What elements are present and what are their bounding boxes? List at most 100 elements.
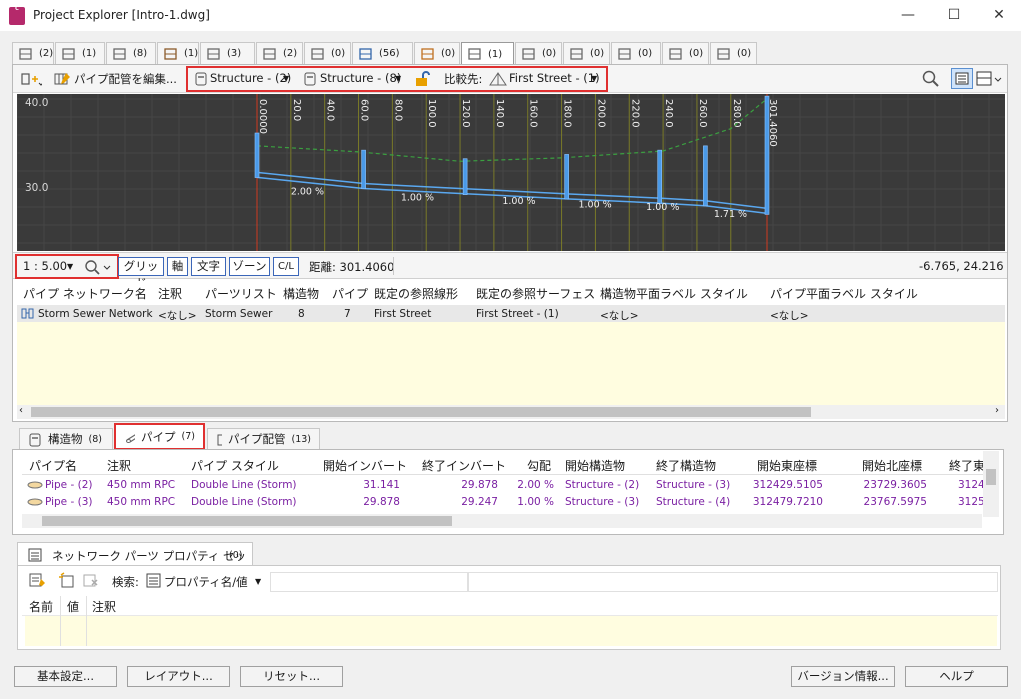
list-view-button[interactable] xyxy=(951,68,973,89)
vertical-scrollbar[interactable] xyxy=(983,451,999,517)
column-header[interactable]: 勾配 xyxy=(527,457,551,474)
column-header[interactable]: 終了インバート xyxy=(422,457,506,474)
category-tab[interactable]: (0) xyxy=(611,42,661,64)
category-tab[interactable]: (1) xyxy=(157,42,199,64)
close-button[interactable]: ✕ xyxy=(976,0,1021,31)
unlock-icon[interactable] xyxy=(413,70,431,88)
search-icon[interactable] xyxy=(922,70,940,88)
column-header[interactable]: 値 xyxy=(67,598,79,615)
column-header[interactable]: 名前 xyxy=(29,598,53,615)
column-header[interactable]: 既定の参照線形 xyxy=(374,285,458,302)
tab-count: (13) xyxy=(291,433,311,445)
maximize-button[interactable]: ☐ xyxy=(931,0,977,31)
column-header[interactable]: パイプ スタイル xyxy=(191,457,279,474)
end-structure-dropdown[interactable]: Structure - (8) xyxy=(320,71,401,85)
help-button[interactable]: ヘルプ xyxy=(905,666,1008,687)
horizontal-scrollbar[interactable]: ‹ › xyxy=(17,405,1005,419)
tab-pipe-layouts[interactable]: パイプ配管 (13) xyxy=(207,428,320,450)
start-easting-cell: 312429.5105 xyxy=(752,479,823,491)
scrollbar-thumb[interactable] xyxy=(986,469,996,485)
split-view-icon[interactable] xyxy=(976,70,1004,88)
category-tab[interactable]: (1) xyxy=(461,42,514,65)
centerline-toggle[interactable]: C/L xyxy=(273,257,299,276)
column-header[interactable]: 開始インバート xyxy=(323,457,407,474)
category-tab[interactable]: (0) xyxy=(710,42,757,64)
edit-properties-icon[interactable] xyxy=(28,572,48,588)
column-header[interactable]: 注釈 xyxy=(107,457,131,474)
category-tab[interactable]: (0) xyxy=(304,42,351,64)
category-tab[interactable]: (0) xyxy=(662,42,709,64)
search-value-input[interactable] xyxy=(468,572,998,592)
column-header[interactable]: パイプ ネットワーク名 xyxy=(23,285,147,302)
compare-alignment-dropdown[interactable]: First Street - (1) xyxy=(509,71,600,85)
reference-alignment-cell: First Street xyxy=(374,308,432,320)
column-header[interactable]: 構造物平面ラベル スタイル xyxy=(600,285,748,302)
column-header[interactable]: 開始構造物 xyxy=(565,457,625,474)
elevation-label: 40.0 xyxy=(25,97,48,109)
tab-structures[interactable]: 構造物 (8) xyxy=(19,428,113,450)
category-tab[interactable]: (56) xyxy=(352,42,413,64)
station-label: 260.0 xyxy=(697,99,708,128)
axis-toggle[interactable]: 軸 xyxy=(167,257,188,276)
column-header[interactable]: パイプ xyxy=(332,285,368,302)
column-header[interactable]: パイプ名 xyxy=(29,457,77,474)
tab-count: (2) xyxy=(283,48,298,59)
network-name-cell: Storm Sewer Network xyxy=(38,308,153,320)
category-tab[interactable]: (2) xyxy=(12,42,54,64)
column-header[interactable]: 注釈 xyxy=(92,598,116,615)
column-header[interactable]: 開始北座標 xyxy=(862,457,922,474)
minimize-button[interactable]: — xyxy=(885,0,931,31)
category-tab[interactable]: (3) xyxy=(200,42,255,64)
remove-property-set-icon[interactable] xyxy=(82,572,100,588)
alignment-compare-icon xyxy=(489,72,507,86)
edit-pipe-layout-button[interactable]: パイプ配管を編集... xyxy=(74,71,177,87)
scroll-left-icon[interactable]: ‹ xyxy=(19,405,23,416)
column-header[interactable]: 注釈 xyxy=(158,285,182,302)
tab-pipes[interactable]: パイプ (7) xyxy=(114,423,205,450)
station-label: 180.0 xyxy=(562,99,573,128)
chevron-down-icon[interactable]: ▼ xyxy=(395,74,401,83)
chevron-down-icon[interactable]: ▼ xyxy=(283,74,289,83)
tab-property-sets[interactable]: ネットワーク パーツ プロパティ セット (0) xyxy=(17,542,253,579)
layout-button[interactable]: レイアウト... xyxy=(127,666,230,687)
reset-button[interactable]: リセット... xyxy=(240,666,343,687)
zoom-icon[interactable] xyxy=(83,258,115,276)
search-input[interactable] xyxy=(270,572,468,592)
search-field-dropdown[interactable]: プロパティ名/値 xyxy=(164,574,248,590)
category-tab[interactable]: (0) xyxy=(414,42,460,64)
grid-toggle[interactable]: グリッド xyxy=(118,257,164,290)
station-label: 160.0 xyxy=(528,99,539,128)
chevron-down-icon[interactable]: ▼ xyxy=(255,577,261,586)
scrollbar-thumb[interactable] xyxy=(31,407,811,417)
column-header[interactable]: パイプ平面ラベル スタイル xyxy=(770,285,918,302)
add-property-set-icon[interactable] xyxy=(58,572,76,588)
horizontal-scrollbar[interactable] xyxy=(22,514,982,528)
category-tab[interactable]: (0) xyxy=(515,42,562,64)
corridor-icon xyxy=(420,47,436,61)
column-header[interactable]: 既定の参照サーフェス xyxy=(476,285,595,302)
end-invert-cell: 29.878 xyxy=(461,479,498,491)
column-header[interactable]: パーツリスト xyxy=(205,285,277,302)
column-header[interactable]: 構造物 xyxy=(283,285,319,302)
column-header[interactable]: 終了東 xyxy=(949,457,983,474)
version-info-button[interactable]: バージョン情報... xyxy=(791,666,895,687)
add-structure-icon[interactable] xyxy=(20,71,42,87)
category-tab[interactable]: (8) xyxy=(106,42,156,64)
category-tab[interactable]: (1) xyxy=(55,42,105,64)
chevron-down-icon[interactable]: ▼ xyxy=(67,262,73,271)
tab-label: パイプ xyxy=(141,429,176,444)
category-tab[interactable]: (2) xyxy=(256,42,303,64)
scale-dropdown[interactable]: 1 : 5.00 xyxy=(23,259,67,273)
text-toggle[interactable]: 文字 xyxy=(191,257,226,276)
settings-button[interactable]: 基本設定... xyxy=(14,666,117,687)
chevron-down-icon[interactable]: ▼ xyxy=(591,74,597,83)
category-tab[interactable]: (0) xyxy=(563,42,610,64)
start-structure-dropdown[interactable]: Structure - (2) xyxy=(210,71,291,85)
profile-view[interactable]: 40.0 30.0 0.0000 20.0 40.0 60.0 80.0 100.0 120.0… xyxy=(17,94,1005,251)
column-header[interactable]: 開始東座標 xyxy=(757,457,817,474)
column-header[interactable]: 終了構造物 xyxy=(656,457,716,474)
scrollbar-thumb[interactable] xyxy=(42,516,452,526)
zone-toggle[interactable]: ゾーン xyxy=(229,257,270,276)
parcel-icon xyxy=(61,47,77,61)
scroll-right-icon[interactable]: › xyxy=(995,405,999,416)
